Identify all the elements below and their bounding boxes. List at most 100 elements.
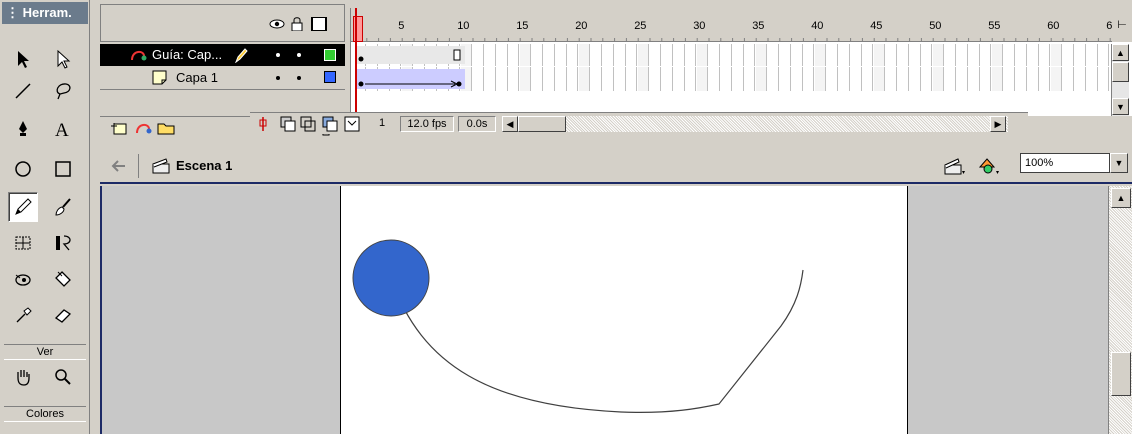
frame-cell[interactable] [662,44,673,66]
frame-cell[interactable] [650,44,661,66]
chevron-down-icon[interactable]: ▼ [1110,153,1128,173]
frame-cell[interactable] [815,44,827,66]
edit-symbols-icon[interactable] [978,157,1000,175]
frame-cell[interactable] [921,44,933,66]
lock-icon[interactable] [289,17,305,31]
visibility-dot[interactable] [276,76,280,80]
scroll-left-icon[interactable]: ◀ [502,116,518,132]
frame-cell[interactable] [674,67,685,91]
frames-hscroll-track[interactable] [518,116,1008,132]
stage-scroll-thumb[interactable] [1111,352,1131,396]
frame-cell[interactable] [1098,44,1110,66]
scroll-down-icon[interactable]: ▼ [1112,98,1129,115]
frame-cell[interactable] [603,67,614,91]
frame-cell[interactable] [1028,44,1039,66]
layer-color-swatch[interactable] [324,49,336,61]
frame-cell[interactable] [744,44,756,66]
frame-cell[interactable] [886,44,897,66]
eraser-tool[interactable] [48,300,78,330]
frame-cell[interactable] [591,67,602,91]
frame-cell[interactable] [615,67,626,91]
frame-cell[interactable] [1004,44,1015,66]
center-frame-icon[interactable] [256,116,270,132]
frame-cell[interactable] [780,44,791,66]
frame-cell[interactable] [497,44,508,66]
frame-cell[interactable] [1063,44,1074,66]
hand-tool[interactable] [8,362,38,392]
eyedropper-tool[interactable] [8,300,38,330]
frame-cell[interactable] [780,67,791,91]
onion-outline-icon[interactable] [300,116,316,132]
frame-cell[interactable] [980,67,992,91]
frame-cell[interactable] [1098,67,1110,91]
stage-scroll-up-icon[interactable]: ▲ [1111,188,1131,208]
frame-cell[interactable] [851,67,862,91]
frame-cell[interactable] [768,44,779,66]
frame-ruler[interactable]: 15101520253035404550556065 [351,8,1119,42]
frame-cell[interactable] [862,67,874,91]
visibility-dot[interactable] [276,53,280,57]
subselect-tool[interactable] [48,44,78,74]
edit-scene-icon[interactable] [944,157,966,175]
add-layer-icon[interactable] [110,120,130,136]
scroll-up-icon[interactable]: ▲ [1112,44,1129,61]
frame-cell[interactable] [969,44,980,66]
stage-vscroll[interactable]: ▲ [1108,186,1132,434]
frame-cell[interactable] [792,67,803,91]
frame-cell[interactable] [756,44,768,66]
frame-cell[interactable] [1039,44,1051,66]
frame-cell[interactable] [520,44,532,66]
frame-cell[interactable] [1087,67,1098,91]
lasso-tool[interactable] [48,76,78,106]
frame-cell[interactable] [520,67,532,91]
frame-cell[interactable] [508,44,520,66]
frame-cell[interactable] [898,44,909,66]
frame-cell[interactable] [803,44,815,66]
frame-rate[interactable]: 12.0 fps [400,116,454,132]
frame-cell[interactable] [544,44,555,66]
frame-cell[interactable] [591,44,602,66]
fill-transform-tool[interactable] [48,228,78,258]
frame-cell[interactable] [980,44,992,66]
frame-cell[interactable] [933,44,945,66]
frame-cell[interactable] [615,44,626,66]
tools-panel-title[interactable]: ⋮ Herram. [2,2,88,24]
frame-cell[interactable] [1028,67,1039,91]
frame-cell[interactable] [921,67,933,91]
frame-cell[interactable] [1039,67,1051,91]
brush-tool[interactable] [48,192,78,222]
frame-cell[interactable] [803,67,815,91]
stage[interactable] [340,186,908,434]
arrow-tool[interactable] [8,44,38,74]
frame-cell[interactable] [898,67,909,91]
layer-color-swatch[interactable] [324,71,336,83]
lock-dot[interactable] [297,76,301,80]
frame-cell[interactable] [851,44,862,66]
frame-cell[interactable] [1016,44,1027,66]
outline-icon[interactable] [311,17,327,31]
frame-cell[interactable] [626,67,638,91]
frame-cell[interactable] [485,67,496,91]
frame-cell[interactable] [579,44,591,66]
frame-cell[interactable] [567,44,579,66]
frame-cell[interactable] [685,44,697,66]
frame-cell[interactable] [910,67,921,91]
frame-cell[interactable] [874,67,886,91]
frame-cell[interactable] [1051,67,1063,91]
frame-cell[interactable] [497,67,508,91]
frame-cell[interactable] [945,67,956,91]
frame-cell[interactable] [544,67,555,91]
pen-tool[interactable] [8,114,38,144]
frame-cell[interactable] [485,44,496,66]
frame-cell[interactable] [874,44,886,66]
frame-cell[interactable] [721,44,732,66]
frame-cell[interactable] [839,67,850,91]
frame-cell[interactable] [674,44,685,66]
edit-multiple-frames-icon[interactable] [322,116,338,132]
frame-cell[interactable] [945,44,956,66]
line-tool[interactable] [8,76,38,106]
zoom-select[interactable]: 100% [1020,153,1110,173]
frame-cell[interactable] [1087,44,1098,66]
frame-cell[interactable] [579,67,591,91]
frame-cell[interactable] [709,44,720,66]
